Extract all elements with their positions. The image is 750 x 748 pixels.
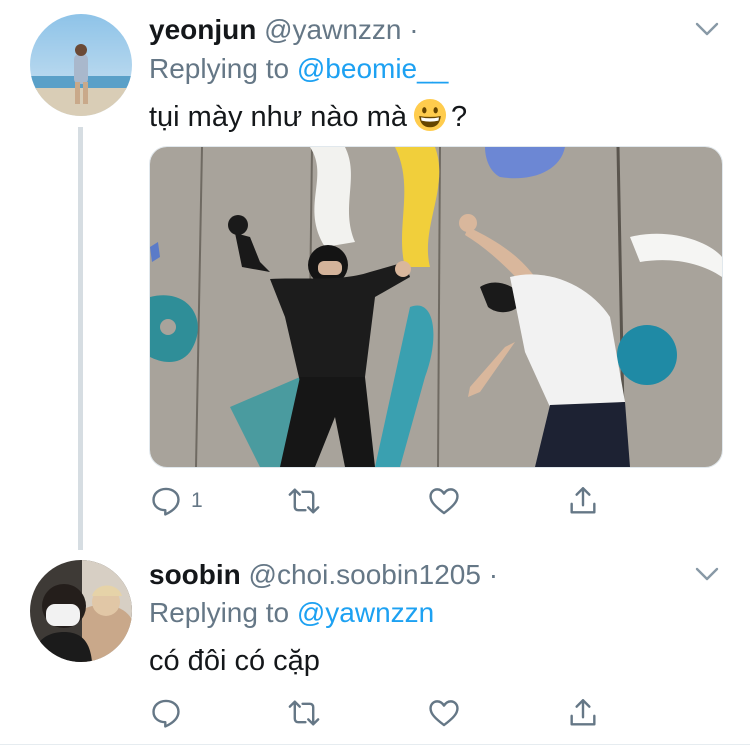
tweet-1[interactable]: yeonjun @yawnzzn · Replying to @beomie__… — [0, 0, 750, 550]
retweet-icon — [288, 700, 320, 726]
like-button[interactable] — [427, 481, 461, 521]
user-handle[interactable]: @yawnzzn — [264, 14, 401, 45]
share-icon — [570, 487, 596, 514]
tweet-actions — [149, 693, 709, 733]
retweet-icon — [288, 488, 320, 514]
avatar-soobin[interactable] — [30, 560, 132, 662]
like-icon — [429, 700, 459, 727]
retweet-button[interactable] — [287, 481, 321, 521]
tweet-text-part: ? — [450, 101, 468, 133]
replying-prefix: Replying to — [149, 597, 297, 628]
display-name[interactable]: soobin — [149, 559, 241, 590]
tweet-text-part: tụi mày như nào mà — [149, 101, 407, 133]
share-button[interactable] — [566, 481, 600, 521]
like-icon — [429, 488, 459, 515]
display-name[interactable]: yeonjun — [149, 14, 256, 45]
reply-button[interactable] — [149, 693, 191, 733]
replying-prefix: Replying to — [149, 53, 297, 84]
photo-image — [150, 147, 722, 467]
avatar-image — [30, 560, 132, 662]
tweet-2[interactable]: soobin @choi.soobin1205 · Replying to @y… — [0, 545, 750, 748]
tweet-text: có đôi có cặp — [149, 645, 320, 677]
avatar-yeonjun[interactable] — [30, 14, 132, 116]
reply-icon — [152, 487, 180, 516]
share-button[interactable] — [566, 693, 600, 733]
mention-link[interactable]: @beomie__ — [297, 53, 448, 84]
tweet-text: tụi mày như nào mà ? — [149, 98, 467, 134]
like-button[interactable] — [427, 693, 461, 733]
retweet-button[interactable] — [287, 693, 321, 733]
grinning-face-icon — [413, 98, 447, 132]
mention-link[interactable]: @yawnzzn — [297, 597, 434, 628]
chevron-down-icon[interactable] — [694, 561, 720, 587]
share-icon — [570, 699, 596, 726]
tweet-header: soobin @choi.soobin1205 · — [149, 559, 498, 591]
replying-to: Replying to @yawnzzn — [149, 597, 434, 629]
separator-dot: · — [488, 559, 499, 590]
chevron-down-icon[interactable] — [694, 16, 720, 42]
replying-to: Replying to @beomie__ — [149, 53, 448, 85]
avatar-image — [30, 14, 132, 116]
divider — [0, 744, 750, 745]
tweet-actions: 1 — [149, 481, 709, 521]
tweet-header: yeonjun @yawnzzn · — [149, 14, 419, 46]
user-handle[interactable]: @choi.soobin1205 — [249, 559, 481, 590]
reply-count: 1 — [191, 489, 203, 512]
separator-dot: · — [409, 14, 419, 45]
tweet-photo[interactable] — [149, 146, 723, 468]
reply-button[interactable]: 1 — [149, 481, 203, 521]
thread-line — [78, 127, 83, 550]
reply-icon — [152, 699, 180, 728]
